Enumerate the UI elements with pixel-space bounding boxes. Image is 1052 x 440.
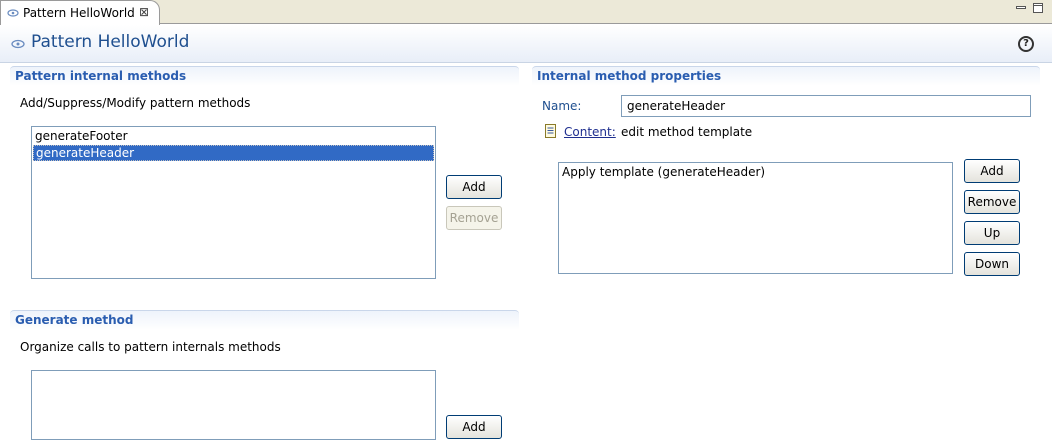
name-field[interactable] (621, 95, 1031, 117)
editor-tab-bar: Pattern HelloWorld ⊠ (0, 0, 1052, 25)
add-method-button[interactable]: Add (446, 175, 502, 199)
close-icon[interactable]: ⊠ (139, 5, 149, 19)
content-link[interactable]: Content: (564, 125, 616, 139)
up-button[interactable]: Up (964, 221, 1020, 245)
add-template-button[interactable]: Add (964, 159, 1020, 183)
minimize-icon[interactable] (1016, 3, 1026, 13)
remove-method-button[interactable]: Remove (446, 206, 502, 230)
remove-template-button[interactable]: Remove (964, 190, 1020, 214)
help-icon[interactable]: ? (1018, 36, 1034, 52)
page-title: Pattern HelloWorld (31, 32, 190, 52)
section-title: Internal method properties (537, 69, 722, 83)
list-item[interactable]: generateHeader (33, 145, 434, 161)
section-description: Organize calls to pattern internals meth… (20, 340, 281, 354)
generate-method-header: Generate method (10, 310, 519, 330)
editor-tab[interactable]: Pattern HelloWorld ⊠ (0, 0, 160, 25)
list-item[interactable]: generateFooter (33, 129, 434, 145)
template-calls-list[interactable]: Apply template (generateHeader) (558, 162, 953, 274)
form-header: Pattern HelloWorld ? (0, 25, 1052, 63)
generate-calls-list[interactable] (31, 370, 436, 440)
section-title: Pattern internal methods (15, 69, 187, 83)
tab-label: Pattern HelloWorld (23, 6, 135, 20)
down-button[interactable]: Down (964, 252, 1020, 276)
name-label: Name: (542, 99, 582, 113)
pattern-icon (11, 39, 25, 49)
properties-header: Internal method properties (532, 66, 1040, 86)
list-item[interactable]: Apply template (generateHeader) (560, 165, 951, 181)
internal-methods-header: Pattern internal methods (10, 66, 519, 86)
template-file-icon (545, 124, 556, 138)
pattern-icon (7, 9, 19, 17)
add-call-button[interactable]: Add (446, 415, 502, 439)
content-description: edit method template (621, 125, 753, 139)
section-description: Add/Suppress/Modify pattern methods (20, 96, 251, 110)
maximize-icon[interactable] (1033, 3, 1043, 13)
section-title: Generate method (15, 313, 134, 327)
internal-methods-list[interactable]: generateFooter generateHeader (31, 126, 436, 279)
